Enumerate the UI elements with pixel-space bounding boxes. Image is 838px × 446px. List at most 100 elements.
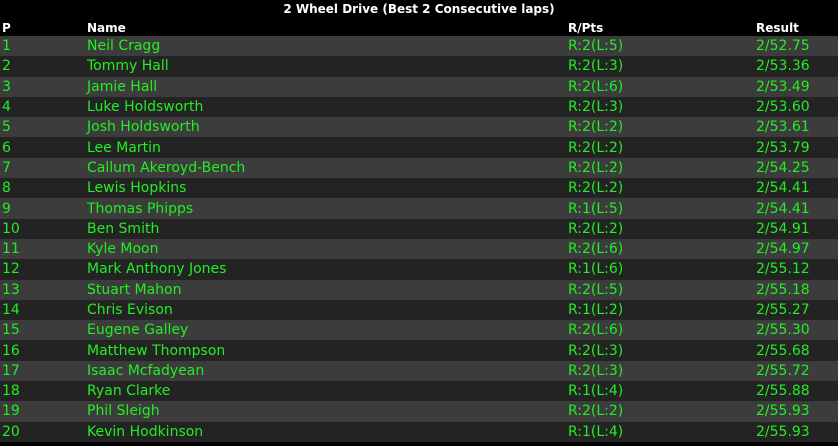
name-cell: Callum Akeroyd-Bench xyxy=(87,159,246,176)
name-cell: Josh Holdsworth xyxy=(87,119,200,136)
table-row: 3 Jamie Hall R:2(L:6) 2/53.49 xyxy=(0,76,838,97)
result-cell: 2/55.72 xyxy=(756,362,810,379)
rpts-cell: R:2(L:5) xyxy=(568,281,624,298)
table-row: 20 Kevin Hodkinson R:1(L:4) 2/55.93 xyxy=(0,421,838,442)
name-cell: Ryan Clarke xyxy=(87,383,171,400)
position-cell: 7 xyxy=(2,159,11,176)
table-row: 2 Tommy Hall R:2(L:3) 2/53.36 xyxy=(0,56,838,77)
name-cell: Kyle Moon xyxy=(87,241,159,258)
rpts-cell: R:2(L:6) xyxy=(568,241,624,258)
rpts-cell: R:1(L:4) xyxy=(568,383,624,400)
table-header: P Name R/Pts Result xyxy=(0,19,838,36)
rpts-cell: R:2(L:2) xyxy=(568,139,624,156)
table-row: 1 Neil Cragg R:2(L:5) 2/52.75 xyxy=(0,36,838,57)
rpts-cell: R:2(L:2) xyxy=(568,119,624,136)
table-row: 13 Stuart Mahon R:2(L:5) 2/55.18 xyxy=(0,279,838,300)
rpts-cell: R:2(L:6) xyxy=(568,78,624,95)
table-row: 18 Ryan Clarke R:1(L:4) 2/55.88 xyxy=(0,381,838,402)
table-row: 4 Luke Holdsworth R:2(L:3) 2/53.60 xyxy=(0,96,838,118)
result-cell: 2/55.93 xyxy=(756,403,810,420)
rpts-cell: R:2(L:3) xyxy=(568,342,624,359)
rpts-cell: R:2(L:6) xyxy=(568,322,624,339)
result-cell: 2/55.93 xyxy=(756,423,810,440)
name-cell: Lee Martin xyxy=(87,139,161,156)
name-cell: Jamie Hall xyxy=(87,78,158,95)
rpts-cell: R:2(L:3) xyxy=(568,362,624,379)
result-cell: 2/55.12 xyxy=(756,261,810,278)
table-row: 15 Eugene Galley R:2(L:6) 2/55.30 xyxy=(0,320,838,341)
rpts-cell: R:2(L:2) xyxy=(568,180,624,197)
name-cell: Stuart Mahon xyxy=(87,281,182,298)
rpts-cell: R:2(L:5) xyxy=(568,38,624,55)
result-cell: 2/53.61 xyxy=(756,119,810,136)
result-cell: 2/55.88 xyxy=(756,383,810,400)
position-cell: 11 xyxy=(2,241,20,258)
table-row: 19 Phil Sleigh R:2(L:2) 2/55.93 xyxy=(0,401,838,422)
results-table-body: 1 Neil Cragg R:2(L:5) 2/52.75 2 Tommy Hall R:2… xyxy=(0,36,838,442)
name-cell: Luke Holdsworth xyxy=(87,99,204,116)
table-row: 11 Kyle Moon R:2(L:6) 2/54.97 xyxy=(0,238,838,260)
result-cell: 2/54.25 xyxy=(756,159,810,176)
page-title: 2 Wheel Drive (Best 2 Consecutive laps) xyxy=(283,2,555,16)
header-result: Result xyxy=(756,20,799,35)
rpts-cell: R:2(L:3) xyxy=(568,58,624,75)
table-row: 12 Mark Anthony Jones R:1(L:6) 2/55.12 xyxy=(0,259,838,280)
position-cell: 5 xyxy=(2,119,11,136)
rpts-cell: R:1(L:5) xyxy=(568,200,624,217)
result-cell: 2/53.49 xyxy=(756,78,810,95)
position-cell: 1 xyxy=(2,38,11,55)
table-row: 10 Ben Smith R:2(L:2) 2/54.91 xyxy=(0,218,838,239)
position-cell: 15 xyxy=(2,322,20,339)
rpts-cell: R:1(L:6) xyxy=(568,261,624,278)
result-cell: 2/53.36 xyxy=(756,58,810,75)
position-cell: 8 xyxy=(2,180,11,197)
position-cell: 19 xyxy=(2,403,20,420)
result-cell: 2/54.91 xyxy=(756,220,810,237)
rpts-cell: R:1(L:4) xyxy=(568,423,624,440)
position-cell: 2 xyxy=(2,58,11,75)
name-cell: Mark Anthony Jones xyxy=(87,261,227,278)
position-cell: 10 xyxy=(2,220,20,237)
result-cell: 2/53.60 xyxy=(756,99,810,116)
name-cell: Kevin Hodkinson xyxy=(87,423,204,440)
rpts-cell: R:2(L:2) xyxy=(568,403,624,420)
position-cell: 18 xyxy=(2,383,20,400)
table-row: 14 Chris Evison R:1(L:2) 2/55.27 xyxy=(0,299,838,321)
result-cell: 2/55.18 xyxy=(756,281,810,298)
result-cell: 2/55.30 xyxy=(756,322,810,339)
position-cell: 17 xyxy=(2,362,20,379)
position-cell: 16 xyxy=(2,342,20,359)
name-cell: Phil Sleigh xyxy=(87,403,160,420)
name-cell: Neil Cragg xyxy=(87,38,161,55)
table-row: 9 Thomas Phipps R:1(L:5) 2/54.41 xyxy=(0,198,838,219)
position-cell: 9 xyxy=(2,200,11,217)
rpts-cell: R:2(L:2) xyxy=(568,159,624,176)
name-cell: Matthew Thompson xyxy=(87,342,226,359)
header-name: Name xyxy=(87,20,126,35)
result-cell: 2/55.68 xyxy=(756,342,810,359)
table-row: 17 Isaac Mcfadyean R:2(L:3) 2/55.72 xyxy=(0,360,838,382)
results-page: 2 Wheel Drive (Best 2 Consecutive laps) … xyxy=(0,0,838,442)
position-cell: 3 xyxy=(2,78,11,95)
rpts-cell: R:1(L:2) xyxy=(568,302,624,318)
position-cell: 4 xyxy=(2,99,11,116)
table-row: 16 Matthew Thompson R:2(L:3) 2/55.68 xyxy=(0,340,838,361)
result-cell: 2/52.75 xyxy=(756,38,810,55)
position-cell: 14 xyxy=(2,302,20,318)
rpts-cell: R:2(L:2) xyxy=(568,220,624,237)
name-cell: Tommy Hall xyxy=(87,58,169,75)
result-cell: 2/54.41 xyxy=(756,180,810,197)
position-cell: 6 xyxy=(2,139,11,156)
rpts-cell: R:2(L:3) xyxy=(568,99,624,116)
name-cell: Thomas Phipps xyxy=(87,200,194,217)
result-cell: 2/54.97 xyxy=(756,241,810,258)
table-row: 5 Josh Holdsworth R:2(L:2) 2/53.61 xyxy=(0,117,838,138)
result-cell: 2/54.41 xyxy=(756,200,810,217)
table-row: 8 Lewis Hopkins R:2(L:2) 2/54.41 xyxy=(0,178,838,199)
name-cell: Chris Evison xyxy=(87,302,173,318)
name-cell: Ben Smith xyxy=(87,220,160,237)
position-cell: 13 xyxy=(2,281,20,298)
name-cell: Lewis Hopkins xyxy=(87,180,187,197)
table-row: 7 Callum Akeroyd-Bench R:2(L:2) 2/54.25 xyxy=(0,157,838,179)
table-row: 6 Lee Martin R:2(L:2) 2/53.79 xyxy=(0,137,838,158)
